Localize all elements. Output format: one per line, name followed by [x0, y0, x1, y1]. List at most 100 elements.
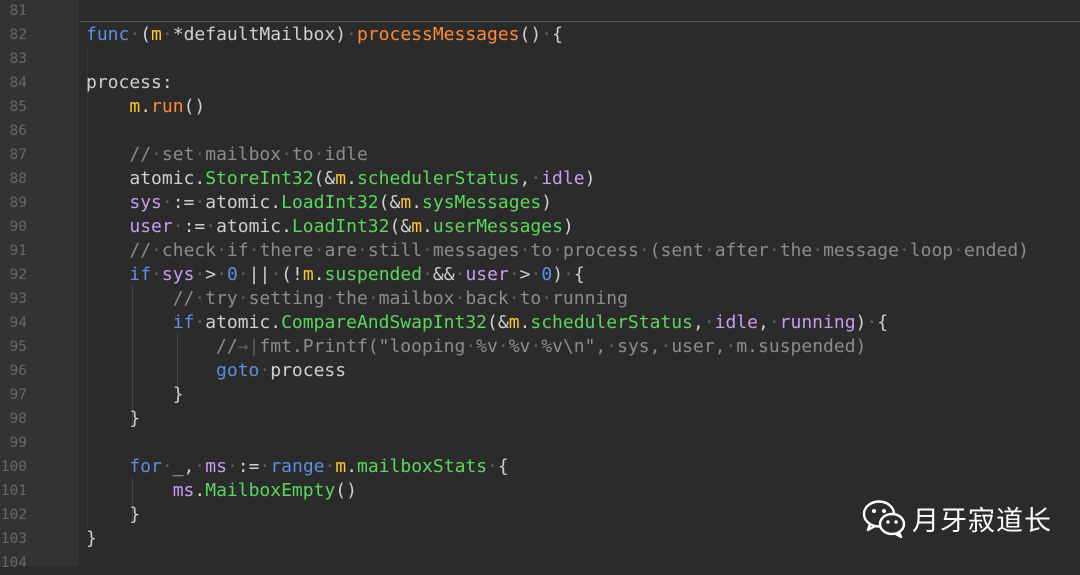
whitespace-marker: ·	[194, 264, 206, 285]
code-line[interactable]: ms.MailboxEmpty()	[86, 479, 357, 503]
code-token: m	[335, 456, 347, 477]
code-token: ended)	[963, 240, 1030, 261]
code-token: the	[335, 288, 368, 309]
whitespace-marker: ·	[530, 336, 542, 357]
whitespace-marker: ·	[161, 456, 173, 477]
code-token: {	[573, 264, 585, 285]
code-token: .	[422, 216, 433, 237]
whitespace-marker: →|	[237, 336, 260, 357]
code-token: idle	[324, 144, 368, 165]
code-line[interactable]: //·set·mailbox·to·idle	[86, 143, 368, 167]
whitespace-marker: ·	[866, 312, 878, 333]
code-line[interactable]: goto·process	[86, 359, 346, 383]
whitespace-marker: ·	[313, 240, 325, 261]
watermark: 月牙寂道长	[862, 496, 1052, 540]
code-line[interactable]: }	[86, 527, 97, 551]
whitespace-marker: ·	[768, 240, 780, 261]
code-token: run	[151, 96, 184, 117]
code-token: CompareAndSwapInt32	[281, 312, 487, 333]
code-line[interactable]: //→|fmt.Printf("looping·%v·%v·%v\n",·sys…	[86, 335, 866, 359]
whitespace-marker: ·	[530, 264, 542, 285]
code-token: user	[129, 216, 173, 237]
whitespace-marker: ·	[194, 144, 206, 165]
code-line[interactable]: }	[86, 383, 184, 407]
code-line[interactable]: process:	[86, 71, 173, 95]
code-token: .	[194, 480, 206, 501]
code-line[interactable]: m.run()	[86, 95, 205, 119]
code-token: %v	[476, 336, 498, 357]
whitespace-marker: ·	[194, 288, 206, 309]
whitespace-marker: ·	[953, 240, 964, 261]
line-number: 94	[9, 315, 27, 331]
code-line[interactable]: func·(m·*defaultMailbox)·processMessages…	[86, 23, 563, 47]
code-token: ms	[172, 480, 195, 501]
whitespace-marker: ·	[638, 240, 650, 261]
code-token: process	[562, 240, 639, 261]
code-line[interactable]: sys·:=·atomic.LoadInt32(&m.sysMessages)	[86, 191, 552, 215]
code-token: process	[270, 360, 347, 381]
whitespace-marker: ·	[205, 216, 217, 237]
code-token: )	[562, 216, 574, 237]
whitespace-marker: ·	[151, 240, 162, 261]
code-token: the	[779, 240, 813, 261]
code-token: processMessages	[356, 24, 520, 45]
whitespace-marker: ·	[216, 264, 227, 285]
code-token: (&	[313, 168, 336, 189]
code-line[interactable]: if·sys·>·0·||·(!m.suspended·&&·user·>·0)…	[86, 263, 585, 287]
code-line[interactable]: atomic.StoreInt32(&m.schedulerStatus,·id…	[86, 167, 595, 191]
code-token: ()	[335, 480, 357, 501]
whitespace-marker: ·	[259, 456, 271, 477]
code-token: userMessages	[432, 216, 563, 237]
code-token: *defaultMailbox)	[172, 24, 347, 45]
whitespace-marker: ·	[194, 312, 206, 333]
code-token: func	[86, 24, 130, 45]
whitespace-marker: ·	[161, 192, 173, 213]
whitespace-marker: ·	[508, 264, 520, 285]
code-line[interactable]: if·atomic.CompareAndSwapInt32(&m.schedul…	[86, 311, 888, 335]
code-token: mailboxStats	[357, 456, 488, 477]
whitespace-marker: ·	[129, 24, 141, 45]
code-line[interactable]: for·_,·ms·:=·range·m.mailboxStats·{	[86, 455, 508, 479]
code-token: ,	[757, 312, 769, 333]
code-token: (&	[378, 192, 401, 213]
whitespace-marker: ·	[346, 24, 357, 45]
code-token: sys,	[617, 336, 661, 357]
line-number: 96	[9, 363, 27, 379]
whitespace-marker: ·	[422, 264, 433, 285]
code-token: schedulerStatus	[356, 168, 520, 189]
code-token: loop	[909, 240, 954, 261]
code-line[interactable]: //·check·if·there·are·still·messages·to·…	[86, 239, 1029, 263]
code-token: {	[552, 24, 563, 45]
whitespace-marker: ·	[725, 336, 737, 357]
line-number: 81	[9, 3, 27, 19]
line-number: 99	[9, 435, 27, 451]
line-number: 89	[9, 195, 27, 211]
whitespace-marker: ·	[768, 312, 780, 333]
code-line[interactable]: }	[86, 407, 140, 431]
line-number: 90	[9, 219, 27, 235]
whitespace-marker: ·	[898, 240, 910, 261]
code-editor[interactable]: func·(m·*defaultMailbox)·processMessages…	[0, 0, 1080, 571]
code-token: to	[530, 240, 553, 261]
whitespace-marker: ·	[487, 456, 498, 477]
line-number: 88	[9, 171, 27, 187]
line-number: 82	[9, 27, 27, 43]
code-line[interactable]: }	[86, 503, 140, 527]
code-line[interactable]: //·try·setting·the·mailbox·back·to·runni…	[86, 287, 628, 311]
code-token: StoreInt32	[205, 168, 314, 189]
code-line[interactable]: user·:=·atomic.LoadInt32(&m.userMessages…	[86, 215, 574, 239]
code-token: (!	[281, 264, 303, 285]
function-separator	[80, 21, 1080, 22]
code-token: }	[86, 408, 141, 429]
code-token: m	[151, 24, 162, 45]
whitespace-marker: ·	[313, 144, 325, 165]
line-number: 104	[0, 555, 27, 571]
line-number: 91	[9, 243, 27, 259]
code-token: if	[172, 312, 195, 333]
